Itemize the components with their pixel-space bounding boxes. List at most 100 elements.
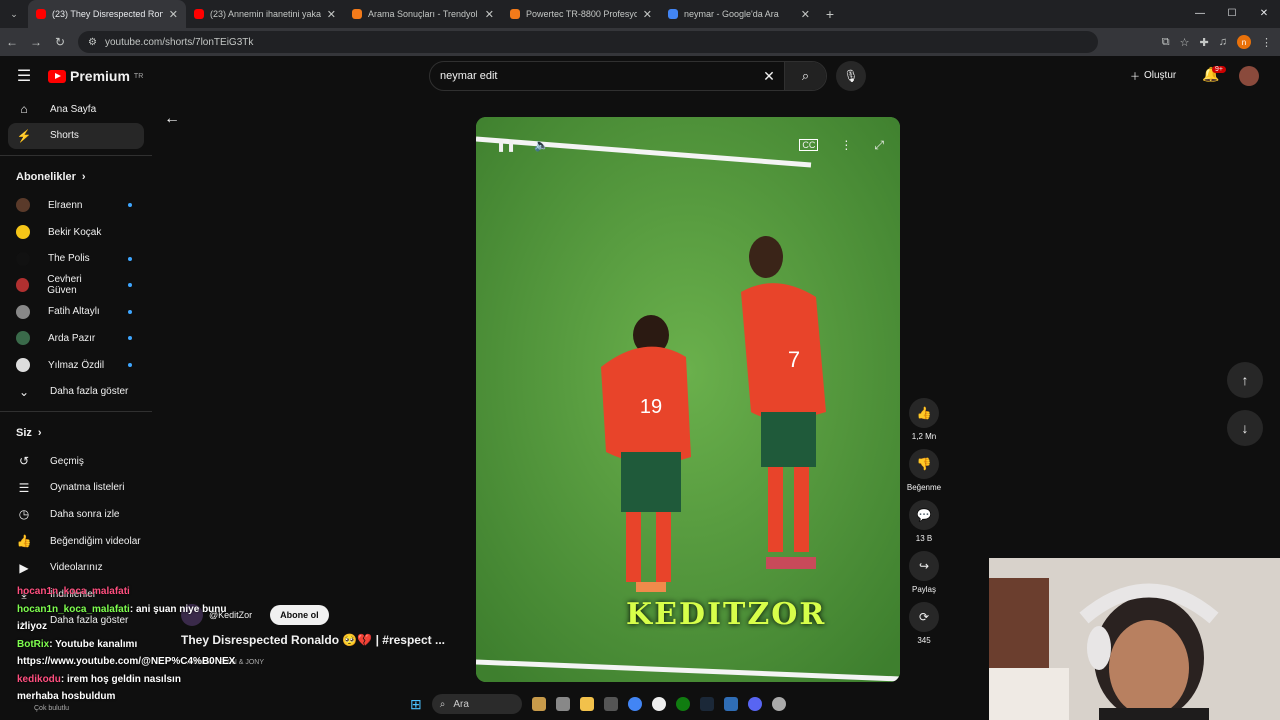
extensions-icon[interactable]: ✚ — [1200, 36, 1209, 49]
captions-icon[interactable]: CC — [799, 139, 819, 151]
steam-icon[interactable] — [699, 697, 714, 711]
tab-favicon-icon — [510, 9, 520, 19]
next-short-arrow-icon[interactable]: ↓ — [1227, 410, 1263, 446]
you-header[interactable]: Siz › — [0, 418, 152, 448]
youtube-logo[interactable]: Premium TR — [48, 68, 143, 84]
create-button[interactable]: ＋ Oluştur — [1130, 68, 1176, 83]
like-action: 👍 1,2 Mn — [904, 398, 944, 441]
tab-close-icon[interactable]: ✕ — [327, 8, 336, 21]
taskbar-search[interactable]: ⌕ Ara — [431, 694, 522, 714]
discord-icon[interactable] — [747, 697, 762, 711]
reload-button[interactable]: ↻ — [48, 35, 72, 49]
subscription-item[interactable]: Fatih Altaylı — [0, 299, 152, 326]
tab-close-icon[interactable]: ✕ — [169, 8, 178, 21]
url-field[interactable]: ⚙ youtube.com/shorts/7lonTEiG3Tk — [78, 31, 1098, 53]
xbox-icon[interactable] — [675, 697, 690, 711]
search-input[interactable]: neymar edit — [430, 70, 754, 82]
tab-close-icon[interactable]: ✕ — [485, 8, 494, 21]
clear-search-icon[interactable]: ✕ — [754, 68, 784, 85]
dislike-icon[interactable]: 👎 — [909, 449, 939, 479]
github-icon[interactable] — [651, 697, 666, 711]
tab-close-icon[interactable]: ✕ — [801, 8, 810, 21]
chrome-icon[interactable] — [627, 697, 642, 711]
comments-icon[interactable]: 💬 — [909, 500, 939, 530]
show-more-subs[interactable]: ⌄ Daha fazla göster — [0, 378, 152, 405]
you-item-label: Daha sonra izle — [50, 508, 120, 520]
tab-title: (23) Annemin ihanetini yakaladı — [210, 9, 321, 19]
browser-tab[interactable]: neymar - Google'da Ara ✕ — [660, 0, 818, 28]
you-item[interactable]: ↺ Geçmiş — [0, 448, 152, 475]
shorts-video-player[interactable]: 19 7 KEDITZOR — [476, 117, 900, 682]
file-explorer-icon[interactable] — [579, 697, 594, 711]
like-icon[interactable]: 👍 — [909, 398, 939, 428]
account-avatar[interactable] — [1239, 66, 1259, 86]
comments-label: 13 B — [915, 534, 933, 543]
tab-title: Powertec TR-8800 Profesyonel — [526, 9, 637, 19]
volume-icon[interactable]: 🔈 — [534, 138, 549, 152]
chat-message: BotRix: Youtube kanalımı — [17, 638, 138, 650]
you-item[interactable]: ◷ Daha sonra izle — [0, 501, 152, 528]
sidebar-item-label: Shorts — [50, 130, 79, 142]
maximize-button[interactable]: ☐ — [1216, 0, 1248, 28]
dislike-label: Beğenme — [906, 483, 942, 492]
browser-tab[interactable]: (23) They Disrespected Ron ✕ — [28, 0, 186, 28]
new-tab-button[interactable]: + — [818, 6, 842, 22]
task-view-icon[interactable] — [555, 697, 570, 711]
pause-icon[interactable]: ❚❚ — [496, 138, 516, 152]
previous-short-arrow-icon[interactable]: ↑ — [1227, 362, 1263, 398]
minimize-button[interactable]: — — [1184, 0, 1216, 28]
store-icon[interactable] — [603, 697, 618, 711]
forward-button[interactable]: → — [24, 35, 48, 49]
back-button[interactable]: ← — [0, 35, 24, 49]
search-button[interactable]: ⌕ — [784, 62, 826, 90]
fullscreen-icon[interactable]: ⤢ — [874, 138, 884, 153]
subscription-label: Arda Pazır — [48, 332, 96, 344]
subscription-item[interactable]: Cevheri Güven — [0, 272, 152, 299]
media-control-icon[interactable]: ♫ — [1219, 36, 1227, 48]
you-item-label: Videolarınız — [50, 562, 103, 574]
you-item-label: Geçmiş — [50, 455, 84, 467]
subscription-item[interactable]: The Polis — [0, 245, 152, 272]
subscriptions-header-label: Abonelikler — [16, 171, 76, 184]
profile-avatar[interactable]: n — [1237, 35, 1251, 49]
browser-tab[interactable]: Powertec TR-8800 Profesyonel ✕ — [502, 0, 660, 28]
chat-username: kedikodu — [17, 673, 61, 685]
subscription-item[interactable]: Yılmaz Özdil — [0, 352, 152, 379]
tab-title: neymar - Google'da Ara — [684, 9, 779, 19]
remix-label: 345 — [917, 636, 931, 645]
tab-close-icon[interactable]: ✕ — [643, 8, 652, 21]
browser-tab[interactable]: Arama Sonuçları - Trendyol ✕ — [344, 0, 502, 28]
remix-icon[interactable]: ⟳ — [909, 602, 939, 632]
sidebar-item-shorts[interactable]: ⚡ Shorts — [8, 122, 144, 150]
windows-start-icon[interactable]: ⊞ — [410, 696, 422, 713]
tab-search-button[interactable]: ⌄ — [0, 0, 28, 28]
subscription-item[interactable]: Elraenn — [0, 192, 152, 219]
settings-icon[interactable] — [771, 697, 786, 711]
bookmark-star-icon[interactable]: ☆ — [1180, 36, 1190, 49]
sidebar-item-ana-sayfa[interactable]: ⌂ Ana Sayfa — [0, 96, 152, 123]
youtube-header: ☰ Premium TR neymar edit ✕ ⌕ 🎙 ＋ Oluştur… — [0, 56, 1280, 96]
voice-search-icon[interactable]: 🎙 — [836, 61, 866, 91]
close-window-button[interactable]: ✕ — [1248, 0, 1280, 28]
chevron-down-icon: ⌄ — [18, 384, 30, 399]
subscription-item[interactable]: Arda Pazır — [0, 325, 152, 352]
browser-tab[interactable]: (23) Annemin ihanetini yakaladı ✕ — [186, 0, 344, 28]
webcam-overlay — [989, 558, 1280, 720]
site-info-icon[interactable]: ⚙ — [88, 37, 97, 48]
remote-desktop-icon[interactable] — [723, 697, 738, 711]
menu-icon[interactable]: ☰ — [0, 66, 48, 86]
you-item[interactable]: 👍 Beğendiğim videolar — [0, 528, 152, 555]
logo-region: TR — [133, 72, 144, 80]
cast-icon[interactable]: ⧉ — [1162, 36, 1170, 49]
you-item[interactable]: ▶ Videolarınız — [0, 554, 152, 581]
weather-label: Çok bulutlu — [34, 705, 70, 712]
share-icon[interactable]: ↪ — [909, 551, 939, 581]
back-arrow-icon[interactable]: ← — [164, 110, 180, 128]
widgets-icon[interactable] — [531, 697, 546, 711]
subscription-item[interactable]: Bekir Koçak — [0, 219, 152, 246]
subscriptions-header[interactable]: Abonelikler › — [0, 162, 152, 192]
more-options-icon[interactable]: ⋮ — [840, 138, 852, 152]
browser-menu-icon[interactable]: ⋮ — [1261, 36, 1272, 49]
you-item[interactable]: ☰ Oynatma listeleri — [0, 475, 152, 502]
channel-avatar — [16, 278, 30, 293]
